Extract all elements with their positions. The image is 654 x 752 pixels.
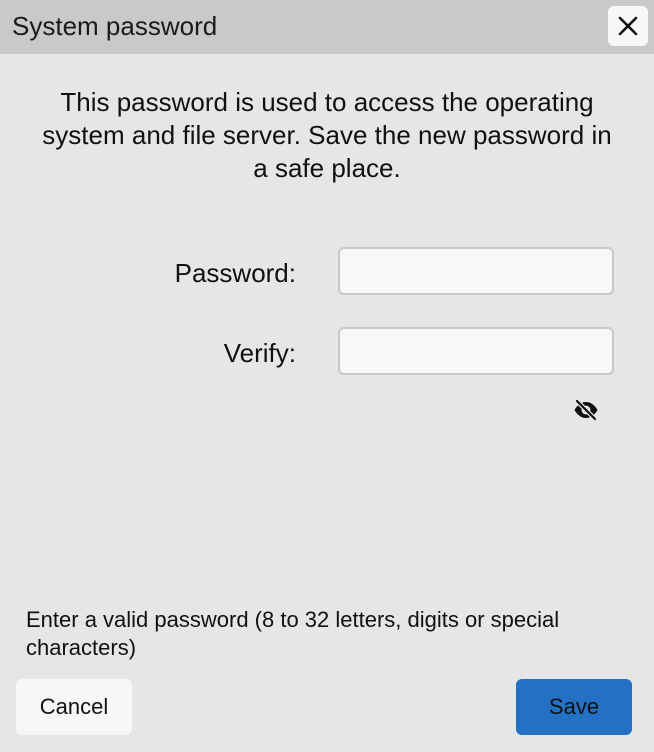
dialog-title: System password — [12, 11, 218, 41]
titlebar: System password — [0, 0, 654, 54]
verify-label: Verify: — [223, 338, 296, 368]
password-label: Password: — [174, 258, 296, 288]
password-hint: Enter a valid password (8 to 32 letters,… — [26, 607, 560, 660]
dialog-description: This password is used to access the oper… — [42, 87, 612, 183]
system-password-dialog: System password This password is used to… — [0, 0, 654, 752]
close-button[interactable] — [608, 6, 648, 46]
close-icon — [618, 16, 638, 36]
show-password-toggle[interactable] — [570, 394, 602, 426]
verify-field[interactable] — [338, 327, 614, 375]
save-button[interactable]: Save — [516, 679, 632, 735]
eye-off-icon — [574, 399, 598, 421]
password-field[interactable] — [338, 247, 614, 295]
cancel-button[interactable]: Cancel — [16, 679, 132, 735]
